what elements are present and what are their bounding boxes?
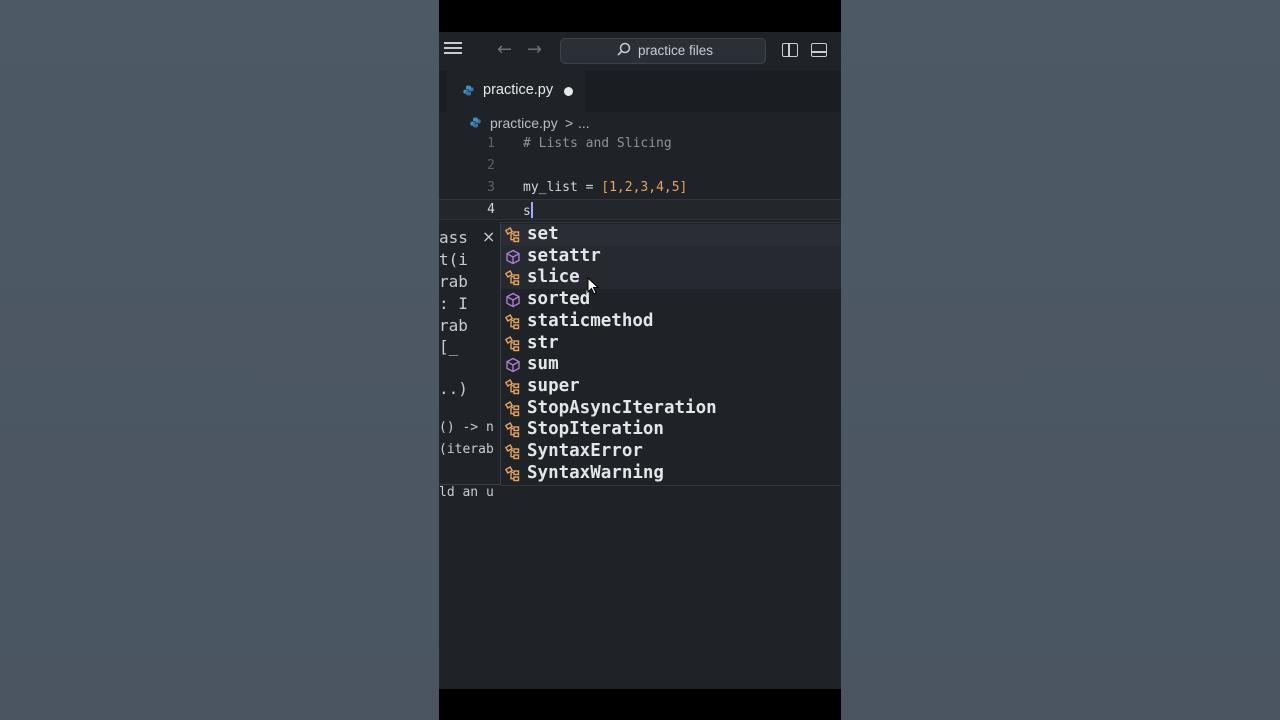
doc-fragment: (iterab [439,442,494,457]
suggestion-item[interactable]: StopAsyncIteration [501,398,841,420]
doc-fragment: ass [439,228,468,247]
suggestion-item[interactable]: StopIteration [501,419,841,441]
back-arrow-icon[interactable]: ← [497,40,512,60]
forward-arrow-icon[interactable]: → [527,40,542,60]
close-icon[interactable]: × [482,227,495,246]
class-symbol-icon [505,313,520,329]
search-icon [617,42,631,56]
code-text: s [523,202,533,219]
autocomplete-list: set setattr slice sorted staticmethod str sum s… [501,222,841,486]
method-symbol-icon [506,249,520,264]
code-text: my_list = [1,2,3,4,5] [523,180,687,195]
background-right [841,0,1280,720]
tab-bar: practice.py [439,70,841,112]
class-symbol-icon [505,400,520,416]
doc-fragment: : I [439,294,468,313]
tab-practice-py[interactable]: practice.py [447,70,585,112]
class-symbol-icon [505,378,520,395]
suggestion-label: sorted [527,289,591,310]
breadcrumb-more[interactable]: ... [578,115,590,131]
class-symbol-icon [505,335,520,351]
doc-fragment: t(i [439,250,468,269]
breadcrumb-file[interactable]: practice.py [490,115,558,131]
suggestion-label: staticmethod [527,310,654,331]
doc-fragment: rab [439,272,468,291]
typed-text: s [523,204,531,219]
class-symbol-icon [505,270,520,286]
python-file-icon [470,117,481,128]
suggestion-label: setattr [527,245,601,266]
code-line[interactable]: 2 [439,156,841,177]
suggestion-item[interactable]: slice [501,267,841,290]
assignment-operator: = [577,180,602,195]
suggestion-item[interactable]: setattr [501,245,841,268]
suggestion-label: slice [527,267,580,288]
suggestion-label: set [527,224,559,244]
suggestion-label: SyntaxError [527,441,643,461]
video-frame: ← → practice files practice.py practice.… [439,0,841,720]
line-number: 2 [487,158,495,173]
doc-divider [439,484,501,485]
suggestion-item[interactable]: SyntaxWarning [501,463,841,485]
suggestion-label: StopIteration [527,419,664,440]
breadcrumb-separator: > [565,115,574,131]
line-number: 1 [487,136,495,151]
command-center-search[interactable]: practice files [560,38,766,64]
class-symbol-icon [505,444,520,460]
tab-label: practice.py [483,82,554,98]
toggle-panel-icon[interactable] [811,43,827,57]
breadcrumb: practice.py > ... [439,112,841,134]
suggestion-label: SyntaxWarning [527,462,664,483]
suggestion-label: super [527,375,580,396]
search-placeholder: practice files [638,43,714,58]
suggestion-label: StopAsyncIteration [527,397,717,418]
variable-name: my_list [523,180,578,195]
class-symbol-icon [505,422,520,438]
toggle-sidebar-icon[interactable] [782,43,798,57]
text-cursor [530,202,533,218]
hamburger-menu-icon[interactable] [444,41,462,55]
method-symbol-icon [506,357,520,373]
suggestion-item[interactable]: sorted [501,289,841,311]
suggestion-item[interactable]: super [501,376,841,398]
code-comment: # Lists and Slicing [523,136,672,151]
class-symbol-icon [505,465,520,481]
code-line[interactable]: 3 my_list = [1,2,3,4,5] [439,178,841,199]
unsaved-indicator-icon[interactable] [564,87,573,96]
suggestion-label: str [527,332,559,353]
python-file-icon [463,85,474,96]
title-bar: ← → practice files [439,32,841,70]
suggestion-item[interactable]: set [501,224,841,246]
list-literal: [1,2,3,4,5] [601,180,688,195]
code-line[interactable]: 1 # Lists and Slicing [439,134,841,155]
doc-fragment: rab [439,316,468,335]
suggestion-item[interactable]: str [501,333,841,355]
mouse-pointer-icon [587,277,599,295]
suggestion-item[interactable]: sum [501,354,841,376]
doc-fragment: () -> n [439,420,494,435]
suggestion-item[interactable]: staticmethod [501,311,841,333]
line-number: 3 [487,180,495,195]
suggestion-item[interactable]: SyntaxError [501,441,841,463]
code-line-current[interactable]: 4 s [439,199,841,220]
line-number: 4 [487,202,495,217]
editor-window: ← → practice files practice.py practice.… [439,32,841,689]
method-symbol-icon [506,292,520,308]
doc-fragment: ..) [439,379,468,398]
class-symbol-icon [505,227,520,243]
background-left [0,0,439,720]
doc-fragment: [_ [439,337,459,356]
suggestion-label: sum [527,354,559,375]
doc-fragment: ld an u [439,485,494,500]
